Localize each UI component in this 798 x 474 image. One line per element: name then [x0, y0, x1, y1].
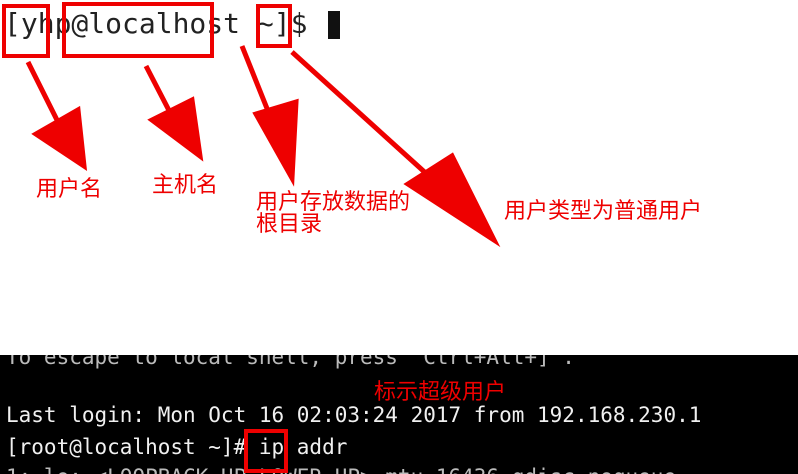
- arrow-rootdir-line: [239, 45, 273, 117]
- text-cursor: [328, 11, 341, 39]
- label-hostname: 主机名: [152, 173, 219, 198]
- dollar-highlight-box: [256, 4, 292, 48]
- label-superuser: 标示超级用户: [374, 380, 507, 405]
- arrow-rootdir-head: [252, 98, 299, 187]
- arrow-username-line: [25, 60, 71, 144]
- terminal-line-output: 1: lo: <LOOPBACK,UP,LOWER_UP> mtu 16436 …: [6, 465, 676, 474]
- arrow-hostname-head: [147, 96, 204, 162]
- terminal-window[interactable]: To escape to local shell, press 'Ctrl+Al…: [0, 355, 798, 474]
- arrow-usertype-head: [403, 152, 501, 248]
- hash-highlight-box: [244, 429, 288, 473]
- label-root-dir-line2: 根目录: [256, 212, 323, 237]
- username-highlight-box: [2, 4, 50, 58]
- label-root-dir: 用户存放数据的 根目录: [256, 192, 410, 236]
- arrow-hostname-line: [143, 64, 179, 126]
- terminal-line-command: [root@localhost ~]# ip addr: [6, 435, 348, 459]
- terminal-line-last-login: Last login: Mon Oct 16 02:03:24 2017 fro…: [6, 403, 702, 427]
- arrow-usertype-line: [290, 50, 442, 188]
- label-user-type: 用户类型为普通用户: [504, 199, 703, 224]
- arrow-username-head: [31, 105, 88, 172]
- hostname-highlight-box: [62, 2, 214, 58]
- label-username: 用户名: [36, 177, 103, 202]
- terminal-line-escape: To escape to local shell, press 'Ctrl+Al…: [6, 355, 575, 369]
